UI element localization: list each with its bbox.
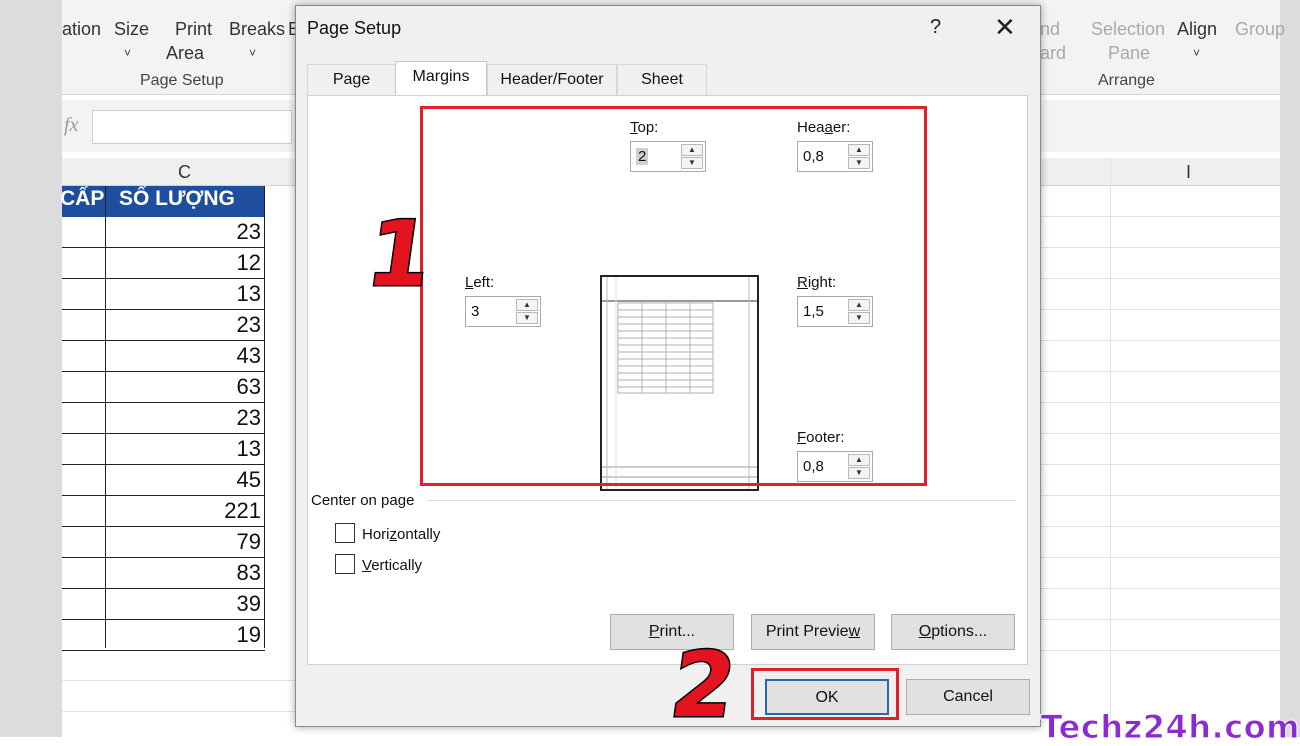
gridline	[1041, 247, 1280, 248]
ribbon-group-page-setup: Page Setup	[140, 72, 224, 89]
formula-input[interactable]	[92, 110, 292, 144]
column-header-i[interactable]: I	[1186, 162, 1191, 183]
table-row[interactable]: 43	[62, 341, 265, 372]
gridline	[1041, 495, 1280, 496]
section-divider	[428, 500, 1016, 501]
gridline	[1041, 278, 1280, 279]
table-row[interactable]: 12	[62, 248, 265, 279]
horizontally-label[interactable]: Horizontally	[362, 526, 440, 543]
table-row[interactable]: 23	[62, 217, 265, 248]
gridline	[62, 711, 295, 712]
ribbon-print-area-label-2[interactable]: Area	[166, 41, 204, 65]
quantity-cell[interactable]: 83	[237, 560, 261, 586]
quantity-cell[interactable]: 13	[237, 436, 261, 462]
gridline	[1041, 464, 1280, 465]
options-button[interactable]: Options...	[891, 614, 1015, 650]
table-row[interactable]: 19	[62, 620, 265, 651]
dialog-title: Page Setup	[307, 18, 402, 38]
table-header-cap[interactable]: CẤP	[60, 187, 104, 211]
center-on-page-heading: Center on page	[311, 492, 415, 509]
gridline	[1041, 650, 1280, 651]
tab-sheet[interactable]: Sheet	[617, 64, 707, 96]
gridline	[1041, 402, 1280, 403]
cancel-button[interactable]: Cancel	[906, 679, 1030, 715]
ribbon-group-label[interactable]: Group	[1235, 17, 1285, 41]
quantity-cell[interactable]: 79	[237, 529, 261, 555]
chevron-down-icon: ˅	[1193, 46, 1201, 60]
ribbon-align-label[interactable]: Align	[1177, 17, 1217, 41]
watermark-logo: Techz24h.com	[1040, 708, 1300, 746]
ribbon-selection-pane-label-2[interactable]: Pane	[1108, 41, 1150, 65]
table-row[interactable]: 45	[62, 465, 265, 496]
ribbon-send-backward-label-1[interactable]: nd	[1040, 17, 1060, 41]
ribbon-orientation-label[interactable]: ation	[62, 17, 101, 41]
ribbon-send-backward-label-2[interactable]: ard	[1040, 41, 1066, 65]
chevron-down-icon: ˅	[124, 46, 132, 60]
vertically-label[interactable]: Vertically	[362, 557, 422, 574]
help-icon[interactable]: ?	[930, 16, 941, 39]
table-row[interactable]: 63	[62, 372, 265, 403]
left-gutter	[0, 0, 62, 737]
quantity-cell[interactable]: 13	[237, 281, 261, 307]
tab-header-footer[interactable]: Header/Footer	[487, 64, 617, 96]
tab-page[interactable]: Page	[307, 64, 396, 96]
table-row[interactable]: 23	[62, 403, 265, 434]
gridline	[1041, 340, 1280, 341]
column-header-c[interactable]: C	[178, 162, 191, 183]
table-row[interactable]: 221	[62, 496, 265, 527]
print-preview-button[interactable]: Print Preview	[751, 614, 875, 650]
table-row[interactable]: 23	[62, 310, 265, 341]
ribbon-group-arrange: Arrange	[1098, 72, 1155, 89]
table-row[interactable]: 79	[62, 527, 265, 558]
ribbon-breaks-label[interactable]: Breaks	[229, 17, 285, 41]
quantity-cell[interactable]: 43	[237, 343, 261, 369]
quantity-cell[interactable]: 19	[237, 622, 261, 648]
gridline	[1041, 526, 1280, 527]
ribbon-size-label[interactable]: Size	[114, 17, 149, 41]
ribbon-print-area-label-1[interactable]: Print	[175, 17, 212, 41]
close-icon[interactable]: ✕	[994, 12, 1016, 43]
fx-icon: fx	[64, 114, 79, 136]
ok-highlight-frame	[751, 668, 899, 720]
table-row[interactable]: 83	[62, 558, 265, 589]
horizontally-checkbox[interactable]	[335, 523, 355, 543]
gridline	[1041, 309, 1280, 310]
gridline	[1041, 216, 1280, 217]
gridline	[1041, 619, 1280, 620]
gridline	[62, 680, 295, 681]
quantity-cell[interactable]: 23	[237, 312, 261, 338]
quantity-cell[interactable]: 12	[237, 250, 261, 276]
gridline	[1041, 433, 1280, 434]
margins-highlight-frame	[420, 106, 927, 486]
right-gutter	[1280, 0, 1300, 737]
quantity-cell[interactable]: 45	[237, 467, 261, 493]
ribbon-selection-pane-label-1[interactable]: Selection	[1091, 17, 1165, 41]
quantity-cell[interactable]: 23	[237, 405, 261, 431]
table-row[interactable]: 13	[62, 434, 265, 465]
vertically-checkbox[interactable]	[335, 554, 355, 574]
gridline	[1041, 371, 1280, 372]
quantity-cell[interactable]: 39	[237, 591, 261, 617]
gridline	[1041, 588, 1280, 589]
chevron-down-icon: ˅	[249, 46, 257, 60]
table-row[interactable]: 13	[62, 279, 265, 310]
table-header-so-luong[interactable]: SỐ LƯỢNG	[119, 187, 235, 211]
tab-margins[interactable]: Margins	[395, 61, 487, 97]
gridline	[1041, 557, 1280, 558]
table-row[interactable]: 39	[62, 589, 265, 620]
quantity-cell[interactable]: 63	[237, 374, 261, 400]
quantity-cell[interactable]: 221	[224, 498, 261, 524]
quantity-cell[interactable]: 23	[237, 219, 261, 245]
